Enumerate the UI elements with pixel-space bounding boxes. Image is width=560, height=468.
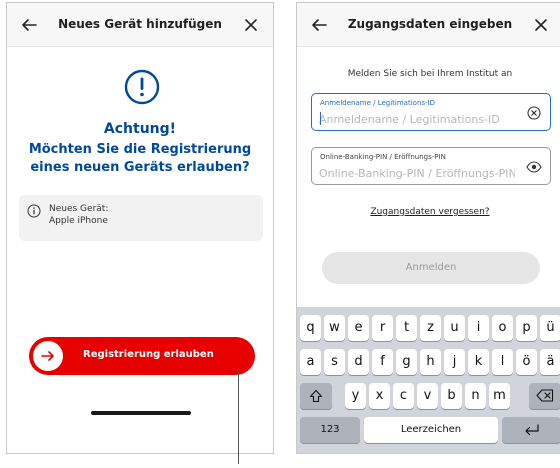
pin-label: Online-Banking-PIN / Eröffnungs-PIN	[320, 153, 446, 161]
device-label: Neues Gerät:	[49, 204, 109, 214]
username-input[interactable]	[319, 111, 515, 127]
key[interactable]: t	[396, 315, 417, 341]
key[interactable]: w	[324, 315, 345, 341]
key[interactable]: f	[372, 349, 393, 375]
key[interactable]: q	[300, 315, 321, 341]
exclamation-circle-icon	[124, 69, 160, 105]
username-field[interactable]: Anmeldename / Legitimations-ID	[311, 93, 551, 131]
key[interactable]: n	[465, 383, 486, 409]
shift-icon	[309, 389, 323, 403]
space-key[interactable]: Leerzeichen	[364, 417, 498, 443]
key[interactable]: l	[492, 349, 513, 375]
credentials-screen: Zugangsdaten eingeben Melden Sie sich be…	[296, 2, 560, 454]
key[interactable]: p	[516, 315, 537, 341]
key[interactable]: g	[396, 349, 417, 375]
close-button[interactable]	[239, 13, 263, 37]
key[interactable]: z	[420, 315, 441, 341]
key[interactable]: r	[372, 315, 393, 341]
warning-heading: Achtung!	[103, 121, 177, 137]
key[interactable]: m	[489, 383, 510, 409]
key[interactable]: o	[492, 315, 513, 341]
return-icon	[524, 424, 539, 436]
device-registration-screen: Neues Gerät hinzufügen Achtung! Möchten …	[6, 2, 274, 454]
key[interactable]: h	[420, 349, 441, 375]
backspace-key[interactable]	[529, 383, 560, 409]
info-circle-icon	[27, 204, 41, 218]
key[interactable]: u	[444, 315, 465, 341]
arrow-right-icon	[33, 341, 63, 371]
top-bar: Zugangsdaten eingeben	[297, 3, 560, 47]
return-key[interactable]	[502, 417, 560, 443]
key[interactable]: v	[417, 383, 438, 409]
onscreen-keyboard: q w e r t z u i o p ü a s d f g h j k l …	[297, 307, 560, 453]
key[interactable]: c	[393, 383, 414, 409]
key[interactable]: e	[348, 315, 369, 341]
callout-line	[238, 372, 239, 464]
forgot-credentials-link[interactable]: Zugangsdaten vergessen?	[297, 207, 560, 217]
show-password-button[interactable]	[526, 159, 542, 175]
key[interactable]: y	[345, 383, 366, 409]
key[interactable]: j	[444, 349, 465, 375]
backspace-icon	[536, 389, 554, 402]
close-icon	[245, 19, 257, 31]
key[interactable]: d	[348, 349, 369, 375]
close-button[interactable]	[529, 13, 553, 37]
pin-field[interactable]: Online-Banking-PIN / Eröffnungs-PIN	[311, 147, 551, 185]
key[interactable]: k	[468, 349, 489, 375]
screen-title: Neues Gerät hinzufügen	[58, 17, 222, 31]
shift-key[interactable]	[300, 383, 332, 409]
key[interactable]: ä	[540, 349, 560, 375]
key[interactable]: a	[300, 349, 321, 375]
allow-registration-button[interactable]: Registrierung erlauben	[29, 337, 255, 375]
warning-question: Möchten Sie die Registrierung eines neue…	[28, 142, 252, 175]
username-label: Anmeldename / Legitimations-ID	[320, 99, 436, 107]
clear-button[interactable]	[526, 105, 542, 121]
text-cursor	[320, 112, 321, 125]
login-button[interactable]: Anmelden	[322, 252, 540, 284]
eye-icon	[526, 161, 542, 173]
key[interactable]: b	[441, 383, 462, 409]
allow-registration-label: Registrierung erlauben	[83, 349, 214, 360]
key[interactable]: x	[369, 383, 390, 409]
close-icon	[535, 19, 547, 31]
key[interactable]: i	[468, 315, 489, 341]
top-bar: Neues Gerät hinzufügen	[7, 3, 273, 47]
pin-input[interactable]	[319, 165, 515, 181]
key[interactable]: ö	[516, 349, 537, 375]
numbers-key[interactable]: 123	[300, 417, 360, 443]
key[interactable]: ü	[540, 315, 560, 341]
screen-title: Zugangsdaten eingeben	[347, 17, 513, 31]
screenshot-stage: Neues Gerät hinzufügen Achtung! Möchten …	[0, 0, 560, 468]
home-indicator	[91, 411, 191, 415]
key[interactable]: s	[324, 349, 345, 375]
login-subtitle: Melden Sie sich bei Ihrem Institut an	[347, 69, 513, 79]
clear-circle-icon	[527, 106, 541, 120]
device-info-card: Neues Gerät: Apple iPhone	[19, 195, 263, 241]
device-name: Apple iPhone	[49, 216, 108, 226]
